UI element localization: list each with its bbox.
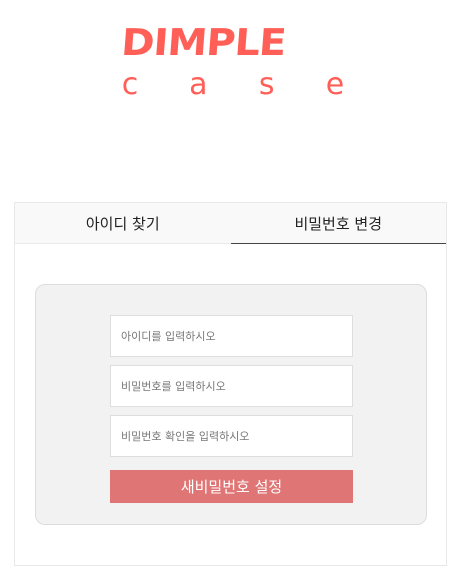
password-form: 새비밀번호 설정: [35, 284, 427, 525]
password-input[interactable]: [110, 365, 353, 407]
page: DIMPLE c a s e 아이디 찾기 비밀번호 변경 새비밀번호 설정: [0, 0, 465, 576]
tab-change-password[interactable]: 비밀번호 변경: [230, 203, 446, 244]
logo-sub-letter: a: [189, 67, 208, 102]
logo-sub-letter: s: [258, 67, 275, 102]
logo-subtitle: c a s e: [120, 68, 345, 102]
logo-sub-letter: e: [325, 67, 345, 102]
id-input[interactable]: [110, 315, 353, 357]
tab-bar: 아이디 찾기 비밀번호 변경: [15, 203, 446, 244]
set-new-password-button[interactable]: 새비밀번호 설정: [110, 470, 353, 503]
tab-find-id[interactable]: 아이디 찾기: [15, 203, 231, 244]
password-confirm-input[interactable]: [110, 415, 353, 457]
account-card: 아이디 찾기 비밀번호 변경 새비밀번호 설정: [14, 202, 447, 566]
logo-sub-letter: c: [121, 67, 139, 102]
logo-wordmark: DIMPLE: [119, 22, 288, 65]
logo[interactable]: DIMPLE c a s e: [0, 18, 465, 102]
